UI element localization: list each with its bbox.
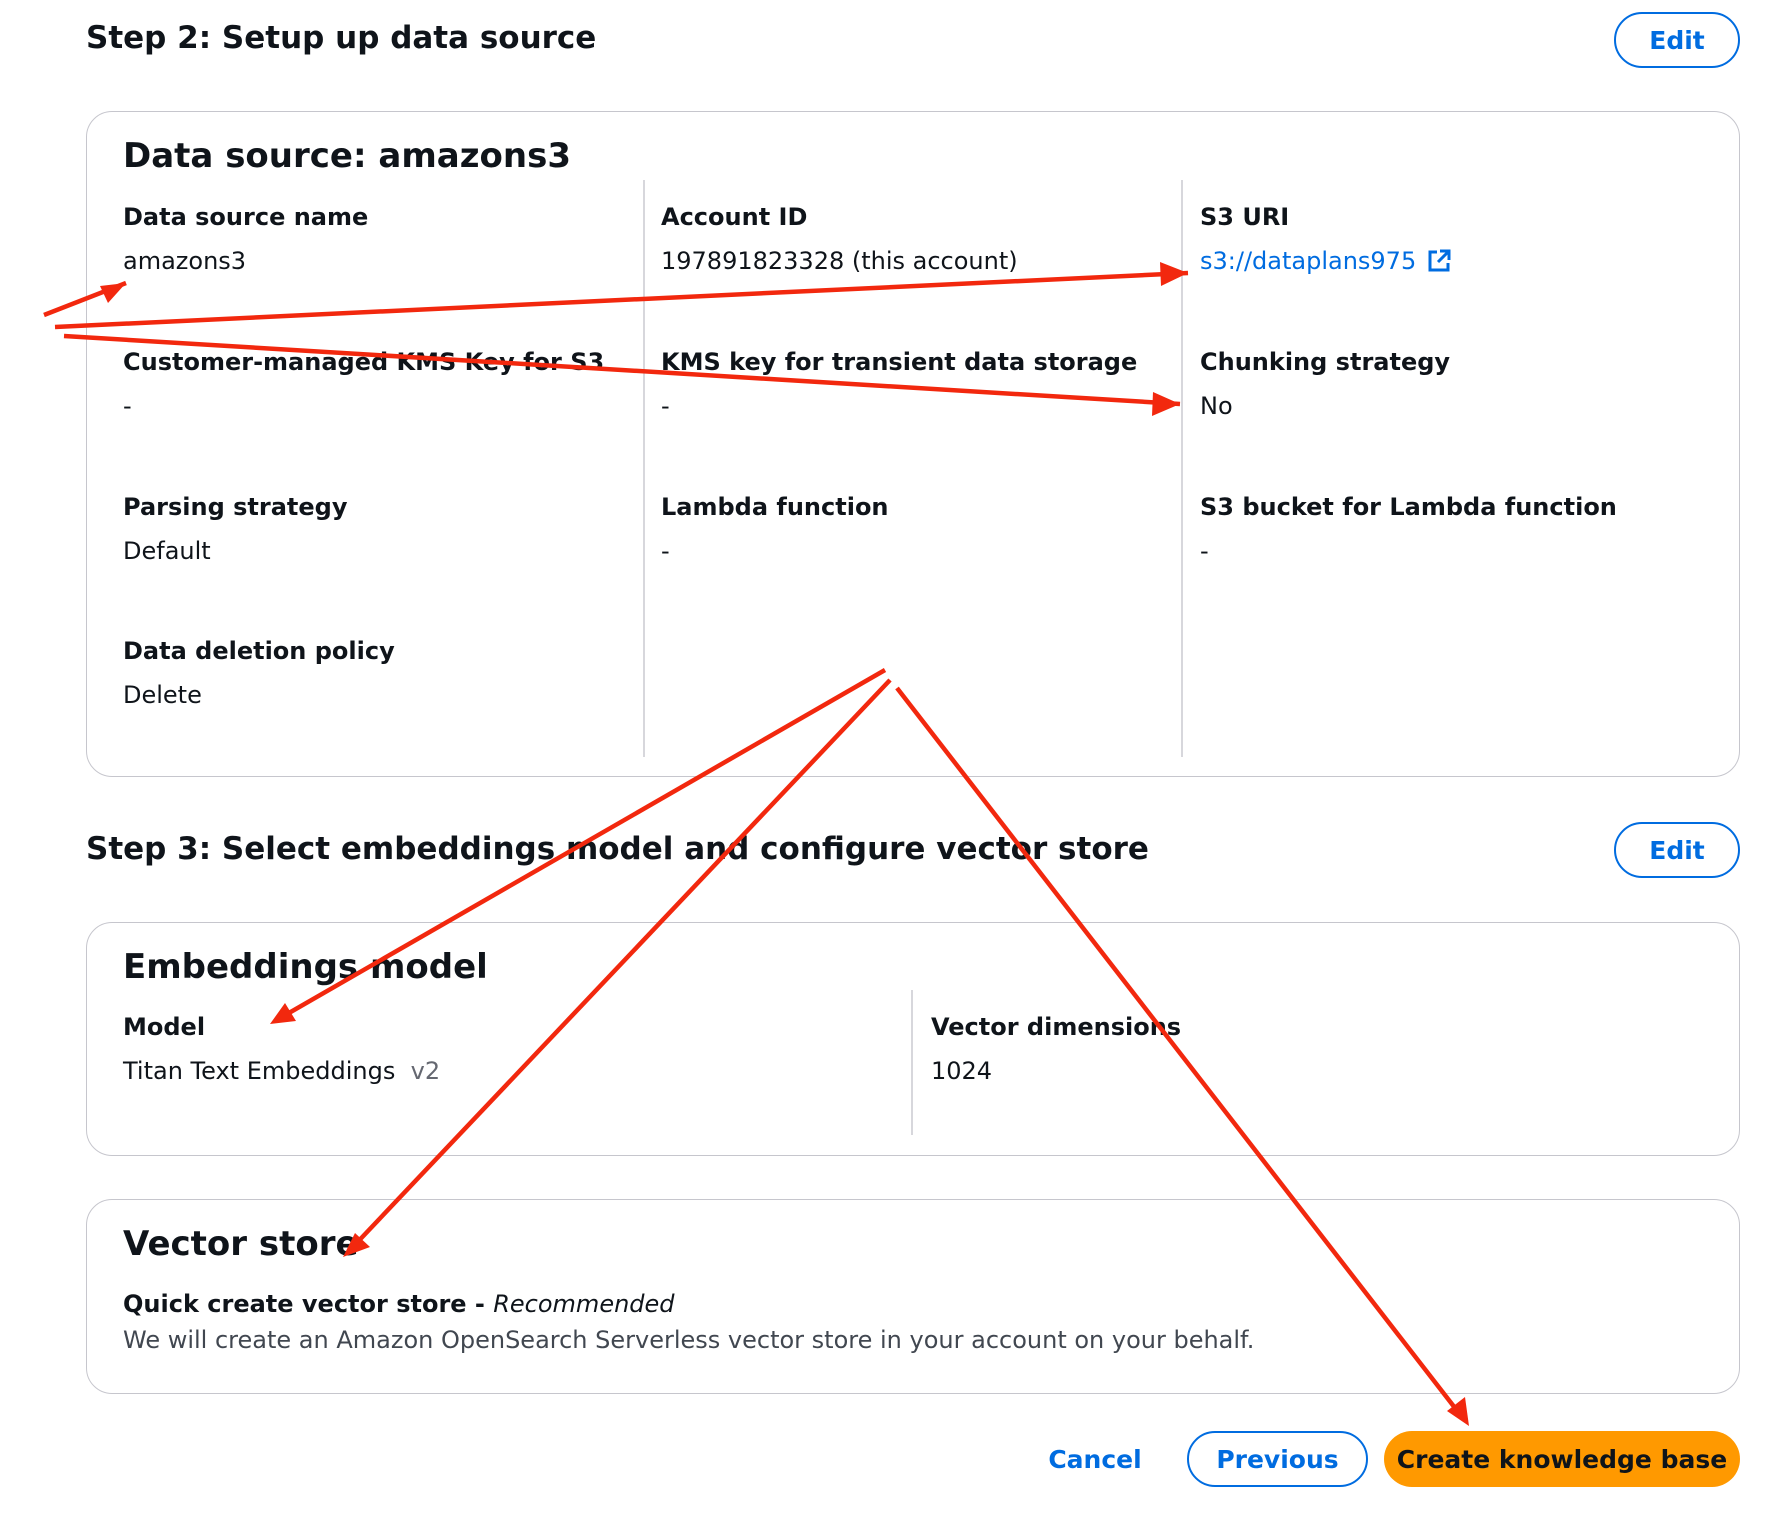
step2-edit-button[interactable]: Edit <box>1614 12 1740 68</box>
s3-uri-label: S3 URI <box>1200 203 1290 231</box>
cancel-button[interactable]: Cancel <box>1040 1431 1150 1487</box>
deletion-label: Data deletion policy <box>123 637 395 665</box>
kms-transient-label: KMS key for transient data storage <box>661 348 1138 376</box>
step2-title: Step 2: Setup up data source <box>86 20 597 56</box>
embeddings-panel-title: Embeddings model <box>123 947 488 987</box>
external-link-icon[interactable] <box>1426 248 1452 274</box>
account-id-label: Account ID <box>661 203 808 231</box>
recommended-tag: Recommended <box>493 1290 675 1318</box>
quick-create-option: Quick create vector store - Recommended <box>123 1290 675 1318</box>
step3-edit-button[interactable]: Edit <box>1614 822 1740 878</box>
kms-transient-value: - <box>661 392 670 420</box>
quick-create-label: Quick create vector store - <box>123 1290 494 1318</box>
create-knowledge-base-button[interactable]: Create knowledge base <box>1384 1431 1740 1487</box>
column-divider <box>911 990 913 1135</box>
model-version: v2 <box>410 1057 441 1085</box>
step3-title: Step 3: Select embeddings model and conf… <box>86 831 1149 867</box>
lambda-label: Lambda function <box>661 493 889 521</box>
model-name: Titan Text Embeddings <box>123 1057 396 1085</box>
s3-lambda-value: - <box>1200 537 1209 565</box>
arrowhead <box>1447 1397 1469 1426</box>
parsing-value: Default <box>123 537 211 565</box>
previous-button[interactable]: Previous <box>1187 1431 1368 1487</box>
data-source-panel-title: Data source: amazons3 <box>123 136 571 176</box>
chunking-value: No <box>1200 392 1233 420</box>
vector-store-description: We will create an Amazon OpenSearch Serv… <box>123 1326 1255 1354</box>
vector-dimensions-label: Vector dimensions <box>931 1013 1182 1041</box>
deletion-value: Delete <box>123 681 202 709</box>
cmk-value: - <box>123 392 132 420</box>
s3-uri-text[interactable]: s3://dataplans975 <box>1200 247 1416 275</box>
vector-dimensions-value: 1024 <box>931 1057 993 1085</box>
column-divider <box>643 180 645 757</box>
column-divider <box>1181 180 1183 757</box>
lambda-value: - <box>661 537 670 565</box>
data-source-name-label: Data source name <box>123 203 369 231</box>
cmk-label: Customer-managed KMS Key for S3 <box>123 348 605 376</box>
s3-uri-link[interactable]: s3://dataplans975 <box>1200 247 1452 275</box>
model-value: Titan Text Embeddings v2 <box>123 1057 440 1085</box>
account-id-value: 197891823328 (this account) <box>661 247 1018 275</box>
model-label: Model <box>123 1013 206 1041</box>
parsing-label: Parsing strategy <box>123 493 348 521</box>
chunking-label: Chunking strategy <box>1200 348 1451 376</box>
s3-lambda-label: S3 bucket for Lambda function <box>1200 493 1617 521</box>
data-source-name-value: amazons3 <box>123 247 247 275</box>
vector-store-panel-title: Vector store <box>123 1224 359 1264</box>
